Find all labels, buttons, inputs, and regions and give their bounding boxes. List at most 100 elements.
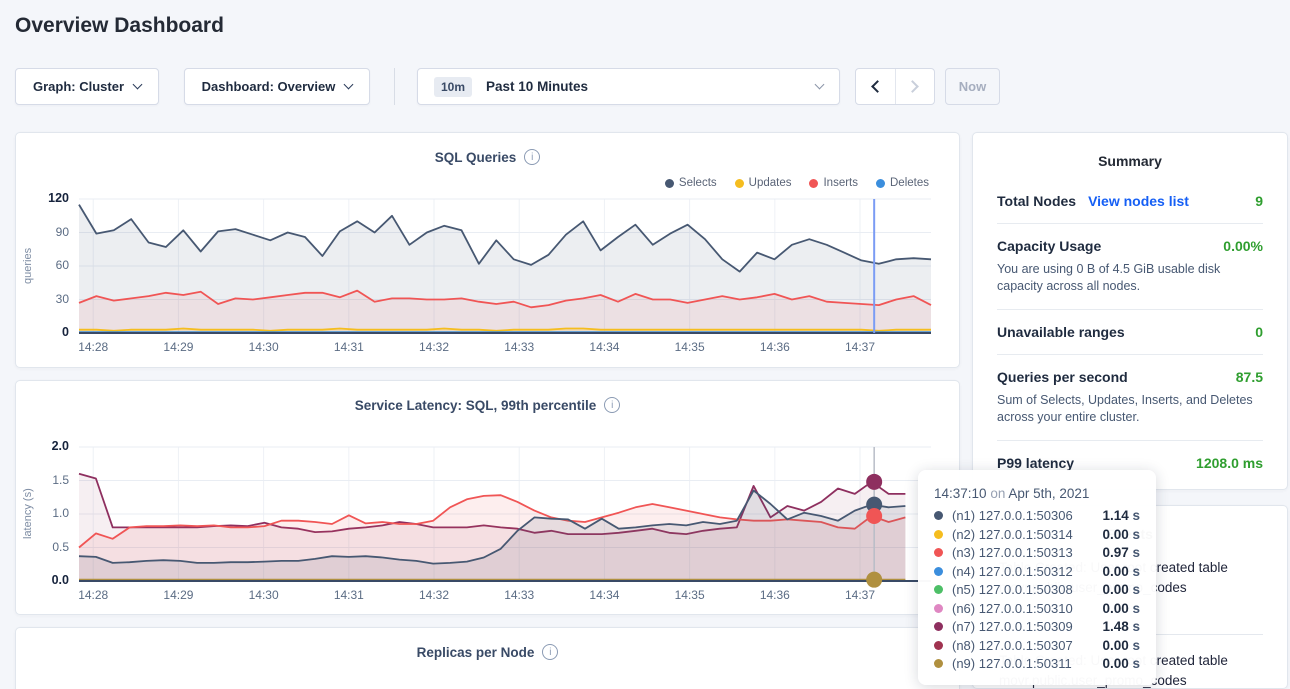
replicas-per-node-chart-card: Replicas per Node xyxy=(15,627,960,689)
next-time-button[interactable] xyxy=(895,69,935,104)
latency-unit: s xyxy=(1129,508,1140,523)
sql-queries-chart-card: SQL Queries SelectsUpdatesInsertsDeletes… xyxy=(15,132,960,368)
tooltip-node-row: (n3) 127.0.0.1:503130.97 s xyxy=(934,545,1140,560)
x-tick-label: 14:37 xyxy=(832,340,888,354)
tooltip-node-row: (n1) 127.0.0.1:50306 1.14 s xyxy=(934,508,1140,523)
time-range-selector[interactable]: 10m Past 10 Minutes xyxy=(417,68,840,105)
latency-unit: s xyxy=(1129,656,1140,671)
summary-row-total-nodes: Total Nodes View nodes list 9 xyxy=(997,179,1263,223)
tooltip-node-row: (n2) 127.0.0.1:50314 0.00 s xyxy=(934,527,1140,542)
x-tick-label: 14:30 xyxy=(236,340,292,354)
x-tick-label: 14:29 xyxy=(150,340,206,354)
node-address: (n7) 127.0.0.1:50309 xyxy=(952,619,1073,634)
node-color-dot-icon xyxy=(934,567,943,576)
chevron-down-icon xyxy=(344,80,354,90)
summary-row-unavailable-ranges: Unavailable ranges 0 xyxy=(997,309,1263,354)
x-tick-label: 14:28 xyxy=(65,340,121,354)
latency-unit: s xyxy=(1129,545,1140,560)
node-address: (n6) 127.0.0.1:50310 xyxy=(952,601,1073,616)
now-button[interactable]: Now xyxy=(945,68,1000,105)
x-tick-label: 14:34 xyxy=(576,340,632,354)
unavailable-ranges-label: Unavailable ranges xyxy=(997,324,1125,340)
node-address: (n9) 127.0.0.1:50311 xyxy=(952,656,1072,671)
node-color-dot-icon xyxy=(934,511,943,520)
node-color-dot-icon xyxy=(934,585,943,594)
node-latency-value: 1.48 s xyxy=(1102,619,1140,634)
latency-unit: s xyxy=(1129,582,1140,597)
controls-divider xyxy=(394,68,395,105)
service-latency-plot[interactable]: 2.01.51.00.50.0latency (s)14:2814:2914:3… xyxy=(16,381,959,614)
node-address: (n5) 127.0.0.1:50308 xyxy=(952,582,1073,597)
x-tick-label: 14:36 xyxy=(747,588,803,602)
chevron-left-icon xyxy=(871,80,884,93)
x-tick-label: 14:30 xyxy=(236,588,292,602)
x-tick-label: 14:36 xyxy=(747,340,803,354)
node-color-dot-icon xyxy=(934,659,943,668)
info-icon[interactable] xyxy=(542,644,558,660)
chart-title-replicas-per-node: Replicas per Node xyxy=(417,645,535,660)
x-tick-label: 14:35 xyxy=(662,340,718,354)
capacity-usage-value: 0.00% xyxy=(1223,238,1263,254)
capacity-usage-desc: You are using 0 B of 4.5 GiB usable disk… xyxy=(997,261,1263,295)
x-tick-label: 14:32 xyxy=(406,588,462,602)
tooltip-node-row: (n9) 127.0.0.1:50311 0.00 s xyxy=(934,656,1140,671)
hover-marker-dot xyxy=(866,572,882,588)
sql-queries-plot[interactable]: 1209060300queries14:2814:2914:3014:3114:… xyxy=(16,133,959,367)
unavailable-ranges-value: 0 xyxy=(1255,324,1263,340)
prev-time-button[interactable] xyxy=(856,69,895,104)
queries-per-second-label: Queries per second xyxy=(997,369,1128,385)
x-tick-label: 14:31 xyxy=(321,340,377,354)
page-title: Overview Dashboard xyxy=(15,14,224,38)
node-color-dot-icon xyxy=(934,548,943,557)
latency-unit: s xyxy=(1129,601,1140,616)
graph-dropdown-label: Graph: Cluster xyxy=(33,79,124,94)
graph-dropdown[interactable]: Graph: Cluster xyxy=(15,68,159,105)
y-axis-title: queries xyxy=(20,199,36,333)
tooltip-node-row: (n8) 127.0.0.1:50307 0.00 s xyxy=(934,638,1140,653)
latency-unit: s xyxy=(1129,527,1140,542)
node-latency-value: 0.00 s xyxy=(1102,656,1140,671)
node-address: (n3) 127.0.0.1:50313 xyxy=(952,545,1073,560)
x-tick-label: 14:35 xyxy=(662,588,718,602)
time-nav-arrows xyxy=(855,68,935,105)
node-address: (n2) 127.0.0.1:50314 xyxy=(952,527,1073,542)
overview-dashboard-screen: Overview Dashboard Graph: Cluster Dashbo… xyxy=(0,0,1290,689)
node-color-dot-icon xyxy=(934,530,943,539)
total-nodes-label: Total Nodes xyxy=(997,193,1076,209)
x-tick-label: 14:31 xyxy=(321,588,377,602)
x-tick-label: 14:33 xyxy=(491,340,547,354)
node-latency-value: 0.00 s xyxy=(1102,527,1140,542)
x-tick-label: 14:29 xyxy=(150,588,206,602)
dashboard-dropdown[interactable]: Dashboard: Overview xyxy=(184,68,370,105)
queries-per-second-desc: Sum of Selects, Updates, Inserts, and De… xyxy=(997,392,1263,426)
node-color-dot-icon xyxy=(934,641,943,650)
total-nodes-value: 9 xyxy=(1255,193,1263,209)
chevron-down-icon xyxy=(815,80,825,90)
latency-unit: s xyxy=(1129,619,1140,634)
tooltip-node-row: (n7) 127.0.0.1:50309 1.48 s xyxy=(934,619,1140,634)
x-tick-label: 14:34 xyxy=(576,588,632,602)
node-color-dot-icon xyxy=(934,622,943,631)
node-latency-value: 0.00 s xyxy=(1102,638,1140,653)
tooltip-node-row: (n4) 127.0.0.1:503120.00 s xyxy=(934,564,1140,579)
x-tick-label: 14:32 xyxy=(406,340,462,354)
latency-unit: s xyxy=(1129,564,1140,579)
time-range-label: Past 10 Minutes xyxy=(486,79,588,94)
view-nodes-list-link[interactable]: View nodes list xyxy=(1088,193,1189,209)
node-latency-value: 0.00 s xyxy=(1102,601,1140,616)
chevron-right-icon xyxy=(906,80,919,93)
node-latency-value: 0.00 s xyxy=(1102,564,1140,579)
tooltip-node-row: (n5) 127.0.0.1:503080.00 s xyxy=(934,582,1140,597)
dashboard-dropdown-label: Dashboard: Overview xyxy=(202,79,336,94)
node-address: (n1) 127.0.0.1:50306 xyxy=(952,508,1073,523)
summary-row-queries-per-second: Queries per second 87.5 Sum of Selects, … xyxy=(997,354,1263,440)
chart-svg xyxy=(79,447,931,585)
node-latency-value: 1.14 s xyxy=(1102,508,1140,523)
node-address: (n8) 127.0.0.1:50307 xyxy=(952,638,1073,653)
service-latency-chart-card: Service Latency: SQL, 99th percentile 2.… xyxy=(15,380,960,615)
capacity-usage-label: Capacity Usage xyxy=(997,238,1101,254)
latency-unit: s xyxy=(1129,638,1140,653)
node-color-dot-icon xyxy=(934,604,943,613)
summary-row-capacity-usage: Capacity Usage 0.00% You are using 0 B o… xyxy=(997,223,1263,309)
hover-marker-dot xyxy=(866,508,882,524)
